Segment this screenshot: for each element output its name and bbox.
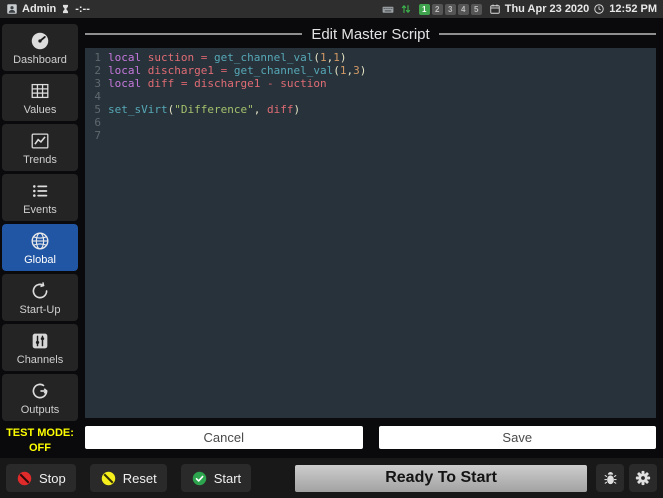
- code-line[interactable]: 1 local suction = get_channel_val(1,1): [85, 51, 656, 64]
- code-line[interactable]: 2 local discharge1 = get_channel_val(1,3…: [85, 64, 656, 77]
- line-number: 2: [85, 64, 108, 77]
- status-text: Ready To Start: [385, 469, 497, 487]
- test-mode-label: TEST MODE:: [6, 426, 74, 441]
- clock-icon: [593, 3, 605, 15]
- control-button-label: Reset: [123, 471, 157, 486]
- control-buttons: Stop Reset Start: [6, 464, 251, 492]
- calendar-icon: [489, 3, 501, 15]
- sidebar-item-channels[interactable]: Channels: [2, 324, 78, 371]
- channel-indicator-4: 4: [458, 4, 469, 15]
- reset-button[interactable]: Reset: [90, 464, 167, 492]
- sidebar-nav: Dashboard Values Trends Events Global St…: [2, 24, 78, 424]
- keyboard-icon: [380, 3, 396, 16]
- channel-indicator-5: 5: [471, 4, 482, 15]
- sidebar-item-global[interactable]: Global: [2, 224, 78, 271]
- sidebar: Dashboard Values Trends Events Global St…: [0, 18, 80, 458]
- time-label: 12:52 PM: [609, 3, 657, 15]
- sidebar-item-outputs[interactable]: Outputs: [2, 374, 78, 421]
- code-text: local diff = discharge1 - suction: [108, 77, 327, 90]
- elapsed-timer: -:--: [75, 3, 90, 15]
- line-number: 7: [85, 129, 108, 142]
- code-text: local suction = get_channel_val(1,1): [108, 51, 346, 64]
- channel-indicator-1: 1: [419, 4, 430, 15]
- control-button-label: Stop: [39, 471, 66, 486]
- logged-in-user: Admin: [22, 3, 56, 15]
- channel-indicator-3: 3: [445, 4, 456, 15]
- bug-button[interactable]: [596, 464, 624, 492]
- table-icon: [29, 80, 51, 102]
- sidebar-item-events[interactable]: Events: [2, 174, 78, 221]
- globe-icon: [29, 230, 51, 252]
- code-line[interactable]: 3 local diff = discharge1 - suction: [85, 77, 656, 90]
- code-text: local discharge1 = get_channel_val(1,3): [108, 64, 366, 77]
- cancel-button[interactable]: Cancel: [85, 426, 363, 449]
- code-text: set_sVirt("Difference", diff): [108, 103, 300, 116]
- line-number: 3: [85, 77, 108, 90]
- header-rule-left: [85, 33, 302, 35]
- sidebar-item-dashboard[interactable]: Dashboard: [2, 24, 78, 71]
- sidebar-item-values[interactable]: Values: [2, 74, 78, 121]
- sidebar-item-label: Values: [24, 104, 57, 116]
- line-number: 6: [85, 116, 108, 129]
- code-line[interactable]: 4: [85, 90, 656, 103]
- line-number: 5: [85, 103, 108, 116]
- sidebar-item-label: Outputs: [21, 404, 60, 416]
- list-icon: [29, 180, 51, 202]
- test-mode-indicator: TEST MODE: OFF: [6, 426, 74, 456]
- sidebar-item-trends[interactable]: Trends: [2, 124, 78, 171]
- date-label: Thu Apr 23 2020: [505, 3, 590, 15]
- reset-icon: [100, 470, 117, 487]
- line-number: 1: [85, 51, 108, 64]
- edit-script-panel: Edit Master Script 1 local suction = get…: [80, 18, 663, 458]
- output-icon: [29, 380, 51, 402]
- bug-icon: [602, 470, 619, 487]
- sidebar-item-start-up[interactable]: Start-Up: [2, 274, 78, 321]
- tool-buttons: [596, 464, 657, 492]
- hourglass-icon: [60, 3, 71, 15]
- stop-icon: [16, 470, 33, 487]
- panel-header: Edit Master Script: [85, 23, 656, 45]
- sidebar-item-label: Events: [23, 204, 57, 216]
- code-line[interactable]: 5 set_sVirt("Difference", diff): [85, 103, 656, 116]
- main-area: Dashboard Values Trends Events Global St…: [0, 18, 663, 458]
- control-button-label: Start: [214, 471, 241, 486]
- header-rule-right: [439, 33, 656, 35]
- sidebar-item-label: Channels: [17, 354, 63, 366]
- status-display: Ready To Start: [295, 465, 587, 492]
- trend-chart-icon: [29, 130, 51, 152]
- code-line[interactable]: 6: [85, 116, 656, 129]
- code-line[interactable]: 7: [85, 129, 656, 142]
- dialog-actions: Cancel Save: [85, 426, 656, 449]
- panel-title: Edit Master Script: [311, 26, 429, 43]
- sidebar-item-label: Start-Up: [20, 304, 61, 316]
- restart-icon: [29, 280, 51, 302]
- sliders-icon: [29, 330, 51, 352]
- user-icon: [6, 3, 18, 15]
- sidebar-item-label: Dashboard: [13, 54, 67, 66]
- stop-button[interactable]: Stop: [6, 464, 76, 492]
- line-number: 4: [85, 90, 108, 103]
- channel-indicator-2: 2: [432, 4, 443, 15]
- gear-button[interactable]: [629, 464, 657, 492]
- sidebar-item-label: Trends: [23, 154, 57, 166]
- code-area: 1 local suction = get_channel_val(1,1) 2…: [85, 51, 656, 142]
- sidebar-item-label: Global: [24, 254, 56, 266]
- updown-arrows-icon: [400, 3, 412, 15]
- test-mode-value: OFF: [6, 441, 74, 456]
- bottom-control-bar: Stop Reset Start Ready To Start: [0, 458, 663, 498]
- start-button[interactable]: Start: [181, 464, 251, 492]
- gauge-icon: [29, 30, 51, 52]
- script-editor[interactable]: 1 local suction = get_channel_val(1,1) 2…: [85, 48, 656, 418]
- save-button[interactable]: Save: [379, 426, 657, 449]
- start-icon: [191, 470, 208, 487]
- gear-icon: [634, 469, 652, 487]
- channel-indicators: 12345: [419, 4, 482, 15]
- top-status-bar: Admin -:-- 12345 Thu Apr 23 2020 12:52 P…: [0, 0, 663, 18]
